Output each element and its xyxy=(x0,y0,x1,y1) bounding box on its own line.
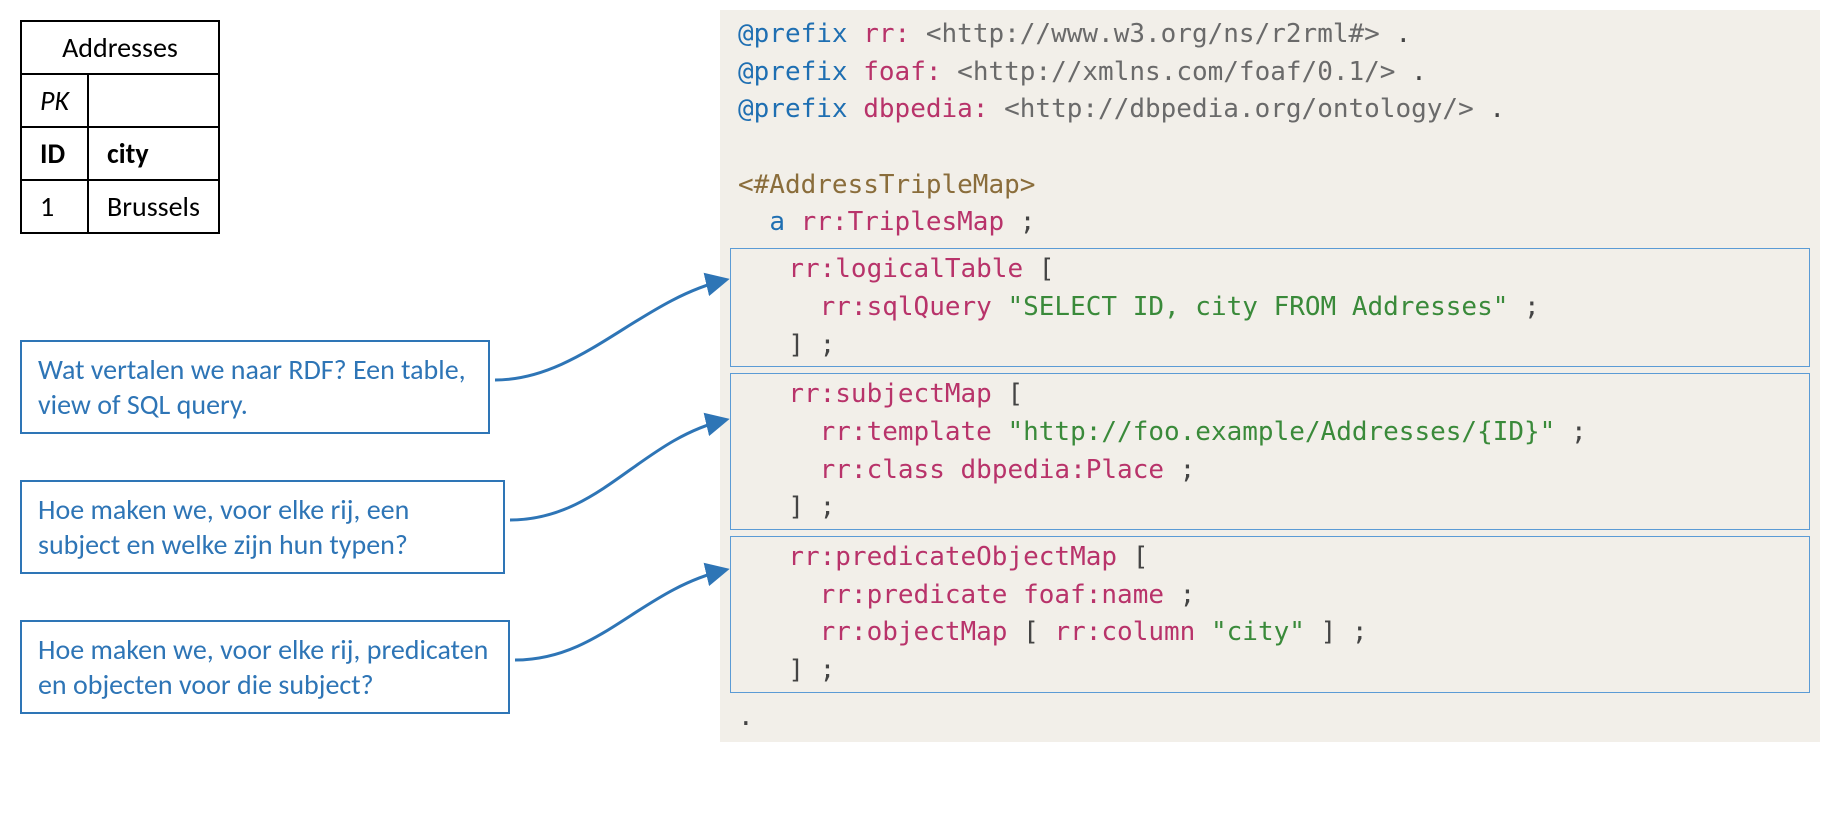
code-end: . xyxy=(720,699,1820,737)
callout-logical-table: Wat vertalen we naar RDF? Een table, vie… xyxy=(20,340,490,434)
code-block-subject-map: rr:subjectMap [ rr:template "http://foo.… xyxy=(730,373,1810,530)
db-row-id: 1 xyxy=(21,180,88,233)
db-col-city: city xyxy=(88,127,219,180)
callout-subject-map: Hoe maken we, voor elke rij, een subject… xyxy=(20,480,505,574)
code-block-logical-table: rr:logicalTable [ rr:sqlQuery "SELECT ID… xyxy=(730,248,1810,367)
callout-predicate-object-map: Hoe maken we, voor elke rij, predicaten … xyxy=(20,620,510,714)
code-prefixes: @prefix rr: <http://www.w3.org/ns/r2rml#… xyxy=(720,16,1820,242)
r2rml-code-panel: @prefix rr: <http://www.w3.org/ns/r2rml#… xyxy=(720,10,1820,742)
db-pk-empty xyxy=(88,74,219,127)
db-col-id: ID xyxy=(21,127,88,180)
db-table-addresses: Addresses PK ID city 1 Brussels xyxy=(20,20,220,234)
db-row-city: Brussels xyxy=(88,180,219,233)
db-pk-label: PK xyxy=(21,74,88,127)
db-table-title: Addresses xyxy=(21,21,219,74)
code-block-predicate-object-map: rr:predicateObjectMap [ rr:predicate foa… xyxy=(730,536,1810,693)
